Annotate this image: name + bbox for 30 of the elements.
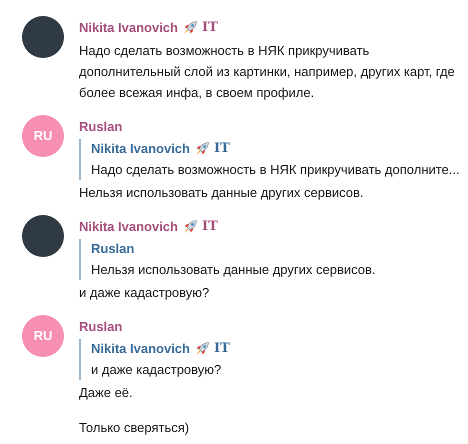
sender-title: IT — [202, 218, 218, 236]
message-text: Надо сделать возможность в НЯК прикручивать дополнительный слой из картинки, например, других карт, где более всежая инфа, в своем профиле. — [79, 42, 456, 102]
avatar-initials: RU — [22, 115, 64, 157]
reply-quote[interactable]: Nikita Ivanovich IT Надо сделать возможность в НЯК прикручивать дополните... — [79, 139, 458, 180]
sender-name[interactable]: Nikita Ivanovich — [91, 139, 190, 159]
reply-quote[interactable]: Nikita Ivanovich IT и даже кадастровую? — [79, 339, 230, 380]
rocket-icon — [182, 20, 198, 36]
rocket-icon — [194, 341, 210, 357]
message-text: Только сверяться) — [79, 419, 190, 437]
sender-name[interactable]: Nikita Ivanovich — [79, 18, 178, 38]
reply-text: Надо сделать возможность в НЯК прикручивать дополните... — [91, 161, 458, 179]
sender-title: IT — [214, 140, 230, 158]
avatar-photo-placeholder — [22, 215, 64, 257]
sender-name[interactable]: Ruslan — [79, 117, 122, 137]
sender-name[interactable]: Ruslan — [79, 317, 122, 337]
rocket-icon — [194, 141, 210, 157]
avatar-initials: RU — [22, 315, 64, 357]
rocket-icon — [182, 219, 198, 235]
sender-title: IT — [214, 340, 230, 358]
reply-text: и даже кадастровую? — [91, 361, 222, 379]
sender-name[interactable]: Nikita Ivanovich — [91, 339, 190, 359]
reply-text: Нельзя использовать данные других сервисов. — [91, 261, 376, 279]
sender-name[interactable]: Nikita Ivanovich — [79, 217, 178, 237]
message-text: Даже её. — [79, 384, 134, 402]
message-text: и даже кадастровую? — [79, 284, 210, 302]
sender-title: IT — [202, 19, 218, 37]
message-text: Нельзя использовать данные других сервисов. — [79, 184, 365, 202]
sender-name[interactable]: Ruslan — [91, 239, 134, 259]
avatar-photo-placeholder — [22, 16, 64, 58]
reply-quote[interactable]: Ruslan Нельзя использовать данные других сервисов. — [79, 239, 376, 280]
